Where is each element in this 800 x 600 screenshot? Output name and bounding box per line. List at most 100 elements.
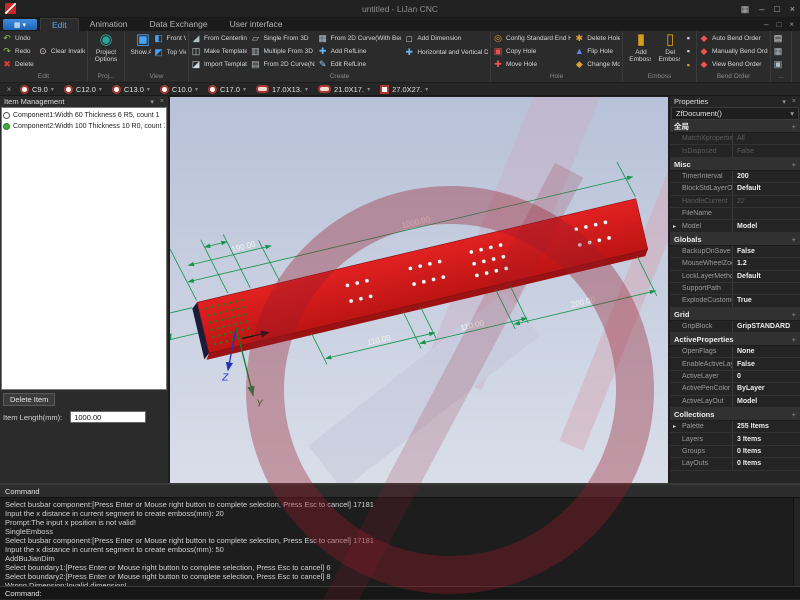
component-tree-item[interactable]: Component1:Width 60 Thickness 6 R5, coun… [3,110,165,121]
tab-data-exchange[interactable]: Data Exchange [138,18,218,31]
ribbon-button-add-refline[interactable]: ✚Add RefLine [318,45,402,57]
panel-menu-icon[interactable]: ▾ [150,98,154,106]
theme-icon[interactable]: ▦ [741,3,750,15]
mdi-restore-icon[interactable]: □ [776,19,781,31]
ribbon-button-undo[interactable]: ↶Undo [2,32,35,44]
ribbon-button-del-emboss[interactable]: ▯Del Emboss [654,32,680,63]
chevron-down-icon[interactable]: ▾ [99,86,102,93]
property-section-activeproperties[interactable]: ActiveProperties+ [670,333,800,346]
property-section-grid[interactable]: Grid+ [670,308,800,321]
ribbon-button-config-standard-end-hole[interactable]: ◎Config Standard End Hole [493,32,571,44]
section-collapse-icon[interactable]: + [792,408,796,420]
chevron-down-icon[interactable]: ▾ [147,86,150,93]
ribbon-button-horizontal-and-vertical-dimension[interactable]: ✚Horizontal and Vertical Dimension [404,46,488,59]
ribbon-button-top-view[interactable]: ◩Top View [154,46,186,59]
ribbon-button-manually-bend-order[interactable]: ◆Manually Bend Order [699,45,768,57]
property-row-openflags[interactable]: OpenFlagsNone [670,346,800,358]
ribbon-button-bend-list-icon[interactable]: ▤ [773,32,786,44]
ribbon-button-flip-hole[interactable]: ▲Flip Hole [574,45,620,57]
ribbon-button-clear-invalid-busbar[interactable]: ⊙Clear Invalid Busbar [38,45,85,58]
tab-animation[interactable]: Animation [79,18,139,31]
ribbon-button-project-options[interactable]: ◉Project Options [90,32,122,63]
ribbon-button-delete-hole[interactable]: ✱Delete Hole [574,32,620,44]
ribbon-button-bend-extra-icon[interactable]: ▣ [773,59,786,71]
ribbon-button-move-hole[interactable]: ✚Move Hole [493,59,571,71]
property-row-supportpath[interactable]: SupportPath [670,283,800,295]
mdi-minimize-icon[interactable]: – [764,19,768,31]
chevron-down-icon[interactable]: ▾ [367,86,370,93]
ribbon-button-front-view[interactable]: ◧Front View [154,32,186,45]
hole-size-item-21-0x17[interactable]: 21.0X17.▾ [313,85,375,94]
section-collapse-icon[interactable]: + [792,158,796,170]
property-row-layouts[interactable]: LayOuts0 Items [670,458,800,470]
hole-size-item-27-0x27[interactable]: 27.0X27.▾ [375,85,433,94]
hole-size-item-c9-0[interactable]: C9.0▾ [15,85,59,94]
section-collapse-icon[interactable]: + [792,233,796,245]
property-row-activelayer[interactable]: ActiveLayer0 [670,371,800,383]
panel-close-icon[interactable]: × [792,98,796,105]
close-icon[interactable]: × [790,3,795,15]
property-row-layers[interactable]: Layers3 Items [670,433,800,445]
section-collapse-icon[interactable]: + [792,333,796,345]
toolbar-close-icon[interactable]: × [3,85,15,94]
property-row-activelayout[interactable]: ActiveLayOutModel [670,396,800,408]
mdi-close-icon[interactable]: × [789,19,794,31]
ribbon-button-edit-refline[interactable]: ✎Edit RefLine [318,59,402,71]
section-collapse-icon[interactable]: + [792,120,796,132]
ribbon-button-from-2d-curve-no-bend[interactable]: ▤From 2D Curve(No Bend) [250,59,314,71]
property-row-gripblock[interactable]: GripBlockGripSTANDARD [670,321,800,333]
item-length-input[interactable] [70,411,146,423]
property-row-groups[interactable]: Groups0 Items [670,446,800,458]
property-section-misc[interactable]: Misc+ [670,158,800,171]
expander-icon[interactable]: ▸ [673,423,676,430]
ribbon-button-delete-entity[interactable]: ✖Delete Entity [2,59,35,71]
tab-edit[interactable]: Edit [40,18,79,31]
ribbon-button-multiple-from-3d[interactable]: ▥Multiple From 3D [250,45,314,57]
ribbon-button-from-centerline[interactable]: ◢From Centerline [191,32,247,44]
hole-size-item-c13-0[interactable]: C13.0▾ [107,85,155,94]
viewport-canvas[interactable]: 1000.00 190.00 110.00 110.00 200.00 Z Y [170,97,668,483]
ribbon-button-auto-bend-order[interactable]: ◆Auto Bend Order [699,32,768,44]
ribbon-button-change-mold[interactable]: ◆Change Mold [574,59,620,71]
ribbon-button-emboss-tool-icon[interactable]: ▪ [683,59,694,71]
ribbon-button-redo[interactable]: ↷Redo [2,45,35,57]
expander-icon[interactable]: ▸ [673,223,676,230]
property-row-palette[interactable]: ▸Palette255 Items [670,421,800,433]
tab-user-interface[interactable]: User interface [219,18,294,31]
ribbon-button-import-template[interactable]: ◪Import Template [191,59,247,71]
ribbon-button-emboss-tool-icon[interactable]: ▪ [683,45,694,57]
restore-icon[interactable]: □ [774,3,779,15]
property-row-isdisposed[interactable]: IsDisposedFalse [670,145,800,157]
hole-size-item-c10-0[interactable]: C10.0▾ [155,85,203,94]
property-row-matchxproperties[interactable]: MatchXpropertiesAll [670,133,800,145]
property-row-timerinterval[interactable]: TimerInterval200 [670,171,800,183]
ribbon-button-copy-hole[interactable]: ▣Copy Hole [493,45,571,57]
property-row-handlecurrent[interactable]: HandleCurrent22 [670,196,800,208]
panel-close-icon[interactable]: × [160,98,164,105]
hole-size-item-c12-0[interactable]: C12.0▾ [59,85,107,94]
property-row-filename[interactable]: FileName [670,208,800,220]
panel-menu-icon[interactable]: ▾ [782,98,786,106]
ribbon-button-emboss-tool-icon[interactable]: ▪ [683,32,694,44]
property-row-model[interactable]: ▸ModelModel [670,220,800,232]
hole-size-item-17-0x13[interactable]: 17.0X13.▾ [251,85,313,94]
chevron-down-icon[interactable]: ▾ [195,86,198,93]
chevron-down-icon[interactable]: ▾ [425,86,428,93]
ribbon-button-make-template[interactable]: ◫Make Template [191,45,247,57]
property-row-explodecustomobje[interactable]: ExplodeCustomObje...True [670,295,800,307]
property-row-enableactivelayerfr[interactable]: EnableActiveLayerFr...False [670,358,800,370]
ribbon-button-add-emboss[interactable]: ▮Add Emboss [625,32,651,63]
command-log-scrollbar[interactable] [793,498,800,586]
property-section-globals[interactable]: Globals+ [670,233,800,246]
ribbon-button-view-bend-order[interactable]: ◆View Bend Order [699,59,768,71]
minimize-icon[interactable]: – [759,3,764,15]
chevron-down-icon[interactable]: ▾ [305,86,308,93]
property-row-blockstdlayeroper[interactable]: BlockStdLayerOperDefault [670,183,800,195]
viewport-3d[interactable]: 1000.00 190.00 110.00 110.00 200.00 Z Y [170,96,668,483]
property-row-locklayermethod[interactable]: LockLayerMethodDefault [670,271,800,283]
chevron-down-icon[interactable]: ▾ [243,86,246,93]
chevron-down-icon[interactable]: ▾ [51,86,54,93]
ribbon-button-show-all[interactable]: ▣Show All [127,32,151,56]
delete-item-button[interactable]: Delete Item [3,393,55,406]
section-collapse-icon[interactable]: + [792,308,796,320]
